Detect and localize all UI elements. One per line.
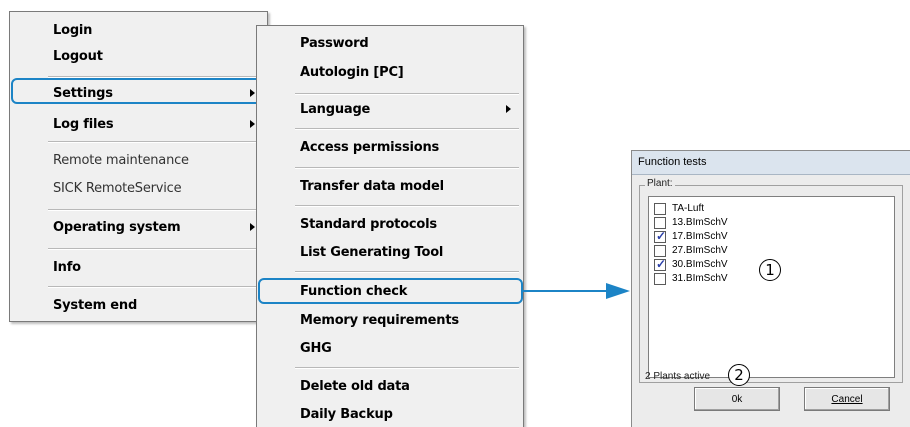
menu-item-label: Standard protocols [300,216,437,232]
submenu-arrow-icon [506,105,511,113]
menu-item-sick-remoteservice[interactable]: SICK RemoteService [10,176,267,200]
menu-separator [295,167,519,169]
menu-item-label: Password [300,35,369,51]
plant-item[interactable]: TA-Luft [654,202,704,215]
plant-label: 30.BImSchV [672,259,728,270]
menu-separator [295,93,519,95]
function-check-highlight [258,278,523,304]
plant-label: 27.BImSchV [672,245,728,256]
menu-item-label: Access permissions [300,139,440,155]
menu-item-delete-old-data[interactable]: Delete old data [257,374,523,398]
plant-item[interactable]: ✓ 30.BImSchV [654,256,728,271]
menu-item-info[interactable]: Info [10,255,267,279]
menu-item-label: SICK RemoteService [53,180,182,196]
plants-active-status: 2 Plants active [645,371,711,382]
plant-item[interactable]: 27.BImSchV [654,244,728,257]
menu-separator [295,367,519,369]
submenu-arrow-icon [250,120,255,128]
menu-item-log-files[interactable]: Log files [10,112,267,136]
menu-item-label: Autologin [PC] [300,64,404,80]
menu-separator [295,128,519,130]
function-tests-dialog: Function tests Plant: TA-Luft 13.BImSchV… [631,150,910,427]
menu-separator [48,248,263,250]
dialog-title: Function tests [632,151,910,175]
menu-item-password[interactable]: Password [257,31,523,55]
menu-item-operating-system[interactable]: Operating system [10,215,267,239]
menu-item-label: Login [53,22,93,38]
group-label: Plant: [645,178,675,189]
menu-item-standard-protocols[interactable]: Standard protocols [257,212,523,236]
menu-separator [48,286,263,288]
menu-item-ghg[interactable]: GHG [257,336,523,360]
settings-highlight [11,78,265,104]
plant-item[interactable]: 13.BImSchV [654,216,728,229]
menu-item-label: List Generating Tool [300,244,444,260]
menu-separator [48,209,263,211]
menu-item-label: Memory requirements [300,312,459,328]
plant-groupbox: Plant: TA-Luft 13.BImSchV ✓ 17.BImSchV 2… [639,178,903,383]
settings-submenu: Password Autologin [PC] Language Access … [256,25,524,427]
ok-button-label: 0k [731,393,743,405]
plant-checkbox[interactable]: ✓ [654,256,667,271]
plant-checkbox[interactable] [654,216,666,229]
menu-item-access-permissions[interactable]: Access permissions [257,135,523,159]
menu-item-list-generating-tool[interactable]: List Generating Tool [257,240,523,264]
callout-1: 1 [759,259,781,281]
menu-item-label: Log files [53,116,114,132]
menu-item-label: GHG [300,340,332,356]
menu-separator [48,141,263,143]
connector-arrow-icon [522,283,630,299]
menu-item-label: Delete old data [300,378,410,394]
plant-checkbox[interactable] [654,244,666,257]
plant-checkbox[interactable]: ✓ [654,228,667,243]
menu-item-logout[interactable]: Logout [10,44,267,68]
menu-separator [295,205,519,207]
menu-item-login[interactable]: Login [10,18,267,42]
cancel-button[interactable]: Cancel [804,387,890,411]
menu-item-label: System end [53,297,138,313]
menu-item-label: Logout [53,48,103,64]
callout-2: 2 [728,364,750,386]
checkmark-icon: ✓ [656,256,667,271]
cancel-button-label: Cancel [831,393,863,405]
menu-item-label: Info [53,259,81,275]
plant-item[interactable]: 31.BImSchV [654,272,728,285]
menu-item-remote-maintenance[interactable]: Remote maintenance [10,148,267,172]
ok-button[interactable]: 0k [694,387,780,411]
menu-item-label: Language [300,101,371,117]
menu-item-label: Daily Backup [300,406,393,422]
main-menu: Login Logout Settings Log files Remote m… [9,11,268,322]
plant-label: 17.BImSchV [672,231,728,242]
menu-item-memory-requirements[interactable]: Memory requirements [257,308,523,332]
checkmark-icon: ✓ [656,228,667,243]
menu-item-label: Operating system [53,219,181,235]
menu-item-daily-backup[interactable]: Daily Backup [257,402,523,426]
plant-label: 31.BImSchV [672,273,728,284]
plant-checkbox[interactable] [654,272,666,285]
menu-item-autologin[interactable]: Autologin [PC] [257,60,523,84]
submenu-arrow-icon [250,223,255,231]
menu-item-label: Remote maintenance [53,152,189,168]
plant-listbox[interactable]: TA-Luft 13.BImSchV ✓ 17.BImSchV 27.BImSc… [648,196,895,378]
menu-item-label: Transfer data model [300,178,444,194]
plant-label: 13.BImSchV [672,217,728,228]
plant-item[interactable]: ✓ 17.BImSchV [654,228,728,243]
plant-checkbox[interactable] [654,202,666,215]
menu-item-transfer-data-model[interactable]: Transfer data model [257,174,523,198]
plant-label: TA-Luft [672,203,705,214]
menu-item-system-end[interactable]: System end [10,293,267,317]
menu-item-language[interactable]: Language [257,97,523,121]
menu-separator [295,271,519,273]
